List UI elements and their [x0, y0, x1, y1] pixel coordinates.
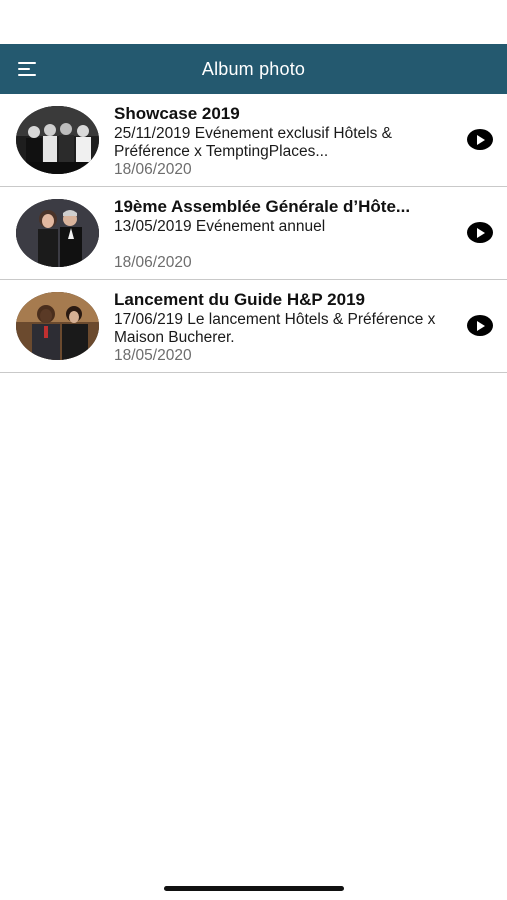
album-title: Lancement du Guide H&P 2019: [114, 290, 365, 309]
play-circle-icon[interactable]: [467, 222, 493, 243]
album-description: 25/11/2019 Evénement exclusif Hôtels & P…: [114, 125, 393, 160]
album-title: 19ème Assemblée Générale d’Hôte...: [114, 197, 411, 216]
album-list: Showcase 2019 25/11/2019 Evénement exclu…: [0, 94, 507, 373]
album-row-assemblee-generale[interactable]: 19ème Assemblée Générale d’Hôte... 13/05…: [0, 187, 507, 280]
play-circle-icon[interactable]: [467, 315, 493, 336]
album-text: Lancement du Guide H&P 2019 17/06/219 Le…: [114, 290, 464, 365]
album-row-lancement-guide[interactable]: Lancement du Guide H&P 2019 17/06/219 Le…: [0, 280, 507, 373]
page-title: Album photo: [201, 58, 306, 79]
album-title: Showcase 2019: [114, 104, 240, 123]
album-row-showcase-2019[interactable]: Showcase 2019 25/11/2019 Evénement exclu…: [0, 94, 507, 187]
album-thumbnail: [16, 106, 99, 174]
album-text: Showcase 2019 25/11/2019 Evénement exclu…: [114, 104, 464, 179]
album-date: 18/06/2020: [114, 161, 192, 178]
album-text: 19ème Assemblée Générale d’Hôte... 13/05…: [114, 197, 464, 271]
home-indicator[interactable]: [164, 886, 344, 891]
album-thumbnail: [16, 199, 99, 267]
play-circle-icon[interactable]: [467, 129, 493, 150]
album-date: 18/06/2020: [114, 254, 192, 271]
album-description: 17/06/219 Le lancement Hôtels & Préféren…: [114, 311, 436, 346]
status-bar: [0, 0, 507, 44]
navigation-bar: Album photo: [0, 44, 507, 94]
hamburger-menu-icon[interactable]: [18, 57, 42, 81]
album-description: 13/05/2019 Evénement annuel: [114, 218, 326, 235]
album-thumbnail: [16, 292, 99, 360]
album-date: 18/05/2020: [114, 347, 192, 364]
